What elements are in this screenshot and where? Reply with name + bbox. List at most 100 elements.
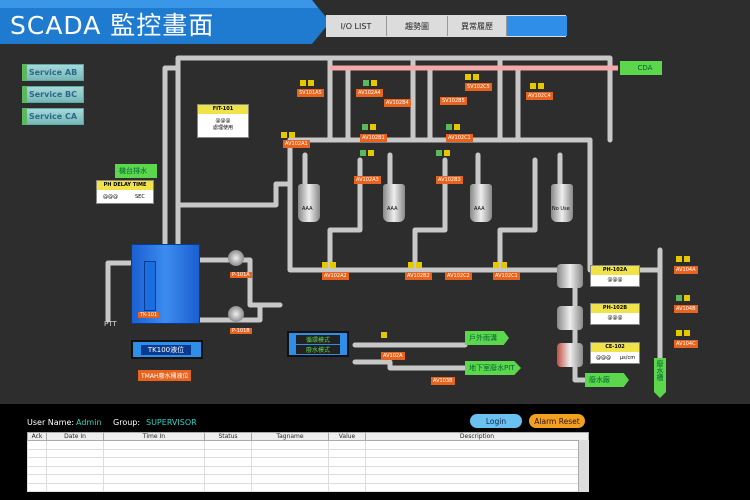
mode-box[interactable]: 循環模式 廢水模式 bbox=[287, 331, 349, 357]
flow-meter-title: FIT-101 bbox=[198, 105, 248, 114]
valve-av102b1[interactable]: AV102B1 bbox=[360, 134, 387, 142]
valve-av102a3[interactable]: AV102A3 bbox=[354, 176, 381, 184]
ce-102-panel: CE-102 @@@ μs/cm bbox=[590, 342, 640, 364]
table-row[interactable] bbox=[27, 465, 589, 475]
valve-av102c4[interactable]: AV102C4 bbox=[526, 92, 553, 100]
filter-a-label: AAA bbox=[302, 206, 313, 212]
ph-delay-title: PH DELAY TIME bbox=[97, 181, 153, 190]
indicator bbox=[684, 256, 690, 262]
ce-102-title: CE-102 bbox=[591, 343, 639, 352]
valve-av102a1[interactable]: AV102A1 bbox=[283, 140, 310, 148]
table-row[interactable] bbox=[27, 474, 589, 484]
cda-tag: CDA bbox=[620, 61, 662, 75]
right-tank-3[interactable] bbox=[557, 343, 583, 367]
col-status[interactable]: Status bbox=[204, 432, 252, 441]
indicator bbox=[676, 256, 682, 262]
waste-plant-tag: 廢水廠 bbox=[585, 373, 629, 387]
group-value: SUPERVISOR bbox=[146, 418, 197, 427]
filter-a[interactable]: AAA bbox=[298, 184, 320, 222]
valve-av102a4[interactable]: AV102A4 bbox=[356, 89, 383, 97]
ph-102a-panel: PH-102A @@@ bbox=[590, 265, 640, 287]
pump-b[interactable] bbox=[228, 306, 244, 322]
main-tank[interactable]: TK-101 bbox=[131, 244, 200, 324]
flow-meter-panel: FIT-101 @@@ 處理使用 bbox=[197, 104, 249, 138]
ph-delay-panel: PH DELAY TIME @@@ SEC bbox=[96, 180, 154, 204]
ph-102b-panel: PH-102B @@@ bbox=[590, 303, 640, 325]
indicator bbox=[322, 262, 328, 268]
underground-pit-tag: 地下室廢水PIT bbox=[465, 361, 521, 375]
indicator bbox=[289, 132, 295, 138]
indicator bbox=[473, 74, 479, 80]
indicator bbox=[465, 74, 471, 80]
indicator bbox=[362, 124, 368, 130]
table-row[interactable] bbox=[27, 457, 589, 467]
valve-av104c[interactable]: AV104C bbox=[674, 340, 698, 348]
ph-102b-title: PH-102B bbox=[591, 304, 639, 313]
indicator bbox=[363, 80, 369, 86]
ce-102-unit: μs/cm bbox=[620, 355, 636, 361]
main-tank-label: TK-101 bbox=[138, 312, 160, 318]
valve-av102a2[interactable]: AV102A2 bbox=[322, 272, 349, 280]
mode-line-2: 廢水模式 bbox=[296, 345, 340, 354]
valve-av102c1[interactable]: AV102C1 bbox=[446, 134, 473, 142]
indicator bbox=[436, 150, 442, 156]
right-tank-2[interactable] bbox=[557, 306, 583, 330]
indicator bbox=[493, 262, 499, 268]
indicator bbox=[330, 262, 336, 268]
indicator bbox=[300, 80, 306, 86]
valve-av102b2[interactable]: AV102B2 bbox=[405, 272, 432, 280]
indicator bbox=[308, 80, 314, 86]
valve-av102c2[interactable]: AV102C2 bbox=[445, 272, 472, 280]
indicator bbox=[371, 80, 377, 86]
alarm-table-header: Ack Date In Time In Status Tagname Value… bbox=[27, 432, 589, 441]
user-name-label: User Name: bbox=[27, 418, 75, 427]
col-date-in[interactable]: Date In bbox=[46, 432, 104, 441]
valve-av102c1b[interactable]: AV102C1 bbox=[493, 272, 520, 280]
valve-av102b4[interactable]: AV102B4 bbox=[384, 99, 411, 107]
login-button[interactable]: Login bbox=[470, 414, 522, 428]
indicator bbox=[501, 262, 507, 268]
pump-a[interactable] bbox=[228, 250, 244, 266]
outdoor-rain-tag: 戶外雨溝 bbox=[465, 331, 509, 345]
valve-sv102b5[interactable]: SV102B5 bbox=[440, 97, 467, 105]
filter-c-label: AAA bbox=[474, 206, 485, 212]
filter-b[interactable]: AAA bbox=[383, 184, 405, 222]
group-label: Group: bbox=[113, 418, 141, 427]
valve-av104b[interactable]: AV104B bbox=[674, 305, 698, 313]
table-row[interactable] bbox=[27, 440, 589, 450]
ce-102-value: @@@ bbox=[596, 355, 611, 361]
flow-meter-unit: 處理使用 bbox=[212, 125, 233, 131]
valve-av104a[interactable]: AV104A bbox=[674, 266, 698, 274]
valve-av103b[interactable]: AV103B bbox=[431, 377, 455, 385]
col-ack[interactable]: Ack bbox=[27, 432, 47, 441]
right-tank-1[interactable] bbox=[557, 264, 583, 288]
col-description[interactable]: Description bbox=[365, 432, 589, 441]
col-tagname[interactable]: Tagname bbox=[251, 432, 329, 441]
valve-sv102c5[interactable]: SV102C5 bbox=[465, 83, 492, 91]
valve-av102b3[interactable]: AV102B3 bbox=[436, 176, 463, 184]
filter-d[interactable]: No Use bbox=[551, 184, 573, 222]
indicator bbox=[684, 295, 690, 301]
col-time-in[interactable]: Time In bbox=[103, 432, 205, 441]
alarm-reset-button[interactable]: Alarm Reset bbox=[529, 414, 585, 428]
waste-tank-tag: 廢水槽 bbox=[654, 358, 666, 398]
indicator bbox=[454, 124, 460, 130]
table-row[interactable] bbox=[27, 448, 589, 458]
valve-av102a[interactable]: AV102A bbox=[381, 352, 405, 360]
col-value[interactable]: Value bbox=[328, 432, 366, 441]
indicator bbox=[370, 124, 376, 130]
indicator bbox=[684, 330, 690, 336]
table-row[interactable] bbox=[27, 482, 589, 492]
filter-d-label: No Use bbox=[552, 206, 570, 212]
tmah-label: TMAH廢水桶液位 bbox=[138, 370, 192, 381]
filter-c[interactable]: AAA bbox=[470, 184, 492, 222]
indicator bbox=[281, 132, 287, 138]
valve-sv101a5[interactable]: SV101A5 bbox=[297, 89, 324, 97]
mode-line-1: 循環模式 bbox=[296, 335, 340, 344]
machine-drain-tag: 機台排水 bbox=[115, 164, 157, 178]
pump-b-label: P-101B bbox=[230, 328, 252, 334]
level-box: TK100液位 bbox=[131, 340, 203, 359]
table-scrollbar[interactable] bbox=[578, 440, 589, 492]
indicator bbox=[360, 150, 366, 156]
indicator bbox=[530, 83, 536, 89]
